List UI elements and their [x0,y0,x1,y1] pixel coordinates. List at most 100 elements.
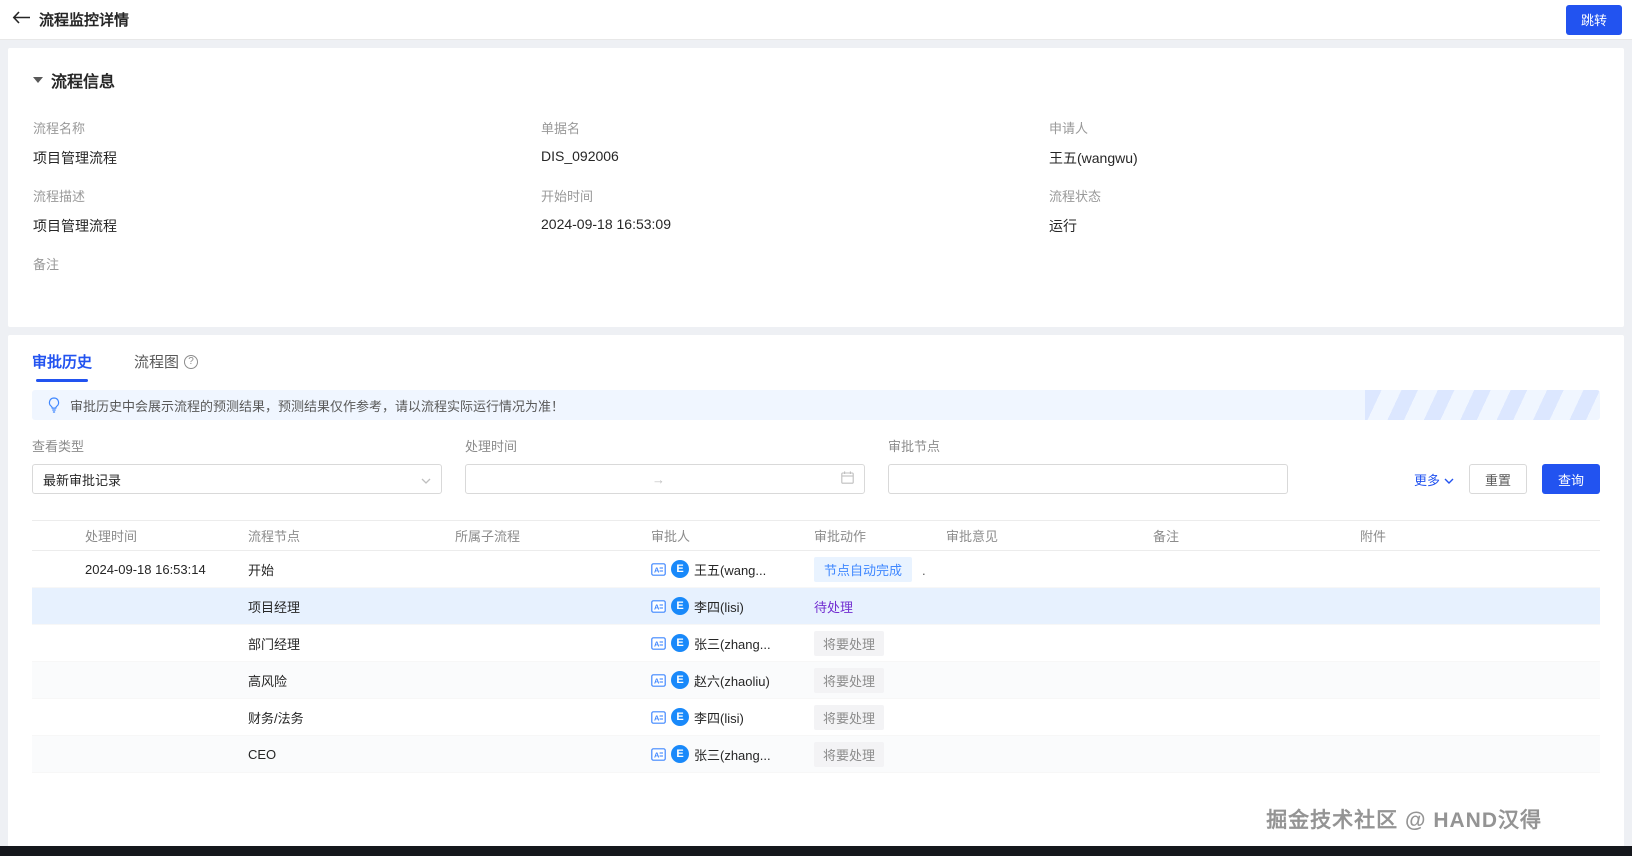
cell-approver: A E 王五(wang... [651,560,814,579]
table-row[interactable]: 高风险 A E 赵六(zhaoliu) 将要处理 [32,662,1600,699]
approver-name: 李四(lisi) [694,599,744,615]
column-header-action: 审批动作 [814,529,867,544]
cell-node: 部门经理 [248,636,301,652]
field-value: 运行 [1049,218,1077,234]
field-label: 申请人 [1049,121,1089,136]
field-label: 流程状态 [1049,189,1102,204]
view-type-label: 查看类型 [32,439,85,454]
id-card-icon: A [651,636,666,650]
approve-node-filter: 审批节点 [888,436,1288,494]
process-info-title: 流程信息 [51,74,116,91]
avatar: E [671,597,689,615]
reset-button[interactable]: 重置 [1468,464,1527,494]
tab-approval-history[interactable]: 审批历史 [32,351,92,382]
action-status: 将要处理 [814,630,885,656]
column-header-time: 处理时间 [85,529,138,544]
action-status: 将要处理 [814,667,885,693]
field-label: 流程描述 [33,189,86,204]
column-header-attachment: 附件 [1360,529,1387,544]
cell-node: 开始 [248,562,275,578]
bulb-icon [47,397,61,413]
process-time-filter: 处理时间 → [465,436,865,494]
action-status: 将要处理 [814,704,885,730]
field-applicant: 申请人 王五(wangwu) [1049,118,1599,168]
avatar: E [671,745,689,763]
approve-node-input[interactable] [888,464,1288,494]
id-card-icon: A [651,673,666,687]
watermark: 掘金技术社区 @ HAND汉得 [1266,809,1542,832]
jump-button[interactable]: 跳转 [1565,4,1622,35]
field-value: 项目管理流程 [33,218,117,234]
column-header-subflow: 所属子流程 [455,529,521,544]
table-row[interactable]: 2024-09-18 16:53:14 开始 A E 王五(wang... 节点自动完成. [32,551,1600,588]
action-suffix: . [922,562,926,578]
column-header-node: 流程节点 [248,529,301,544]
calendar-icon [841,471,854,487]
view-type-filter: 查看类型 最新审批记录 [32,436,442,494]
cell-node: CEO [248,746,277,762]
id-card-icon: A [651,747,666,761]
action-status[interactable]: 节点自动完成 [814,556,913,582]
filter-bar: 查看类型 最新审批记录 处理时间 → 审批节点 更多 重置 查询 [8,436,1624,494]
more-label: 更多 [1413,472,1440,488]
column-header-remark: 备注 [1153,529,1180,544]
field-value: DIS_092006 [541,148,619,164]
table-row[interactable]: 部门经理 A E 张三(zhang... 将要处理 [32,625,1600,662]
field-start-time: 开始时间 2024-09-18 16:53:09 [541,186,1049,236]
cell-approver: A E 李四(lisi) [651,708,814,727]
cell-action: 节点自动完成. [814,556,946,582]
svg-text:A: A [654,713,660,722]
id-card-icon: A [651,562,666,576]
avatar: E [671,634,689,652]
table-row[interactable]: 项目经理 A E 李四(lisi) 待处理 [32,588,1600,625]
approver-name: 赵六(zhaoliu) [694,673,770,689]
avatar: E [671,560,689,578]
table-body: 2024-09-18 16:53:14 开始 A E 王五(wang... 节点自动完成.… [32,551,1600,773]
id-card-icon: A [651,599,666,613]
action-status: 待处理 [814,599,854,615]
table-row[interactable]: CEO A E 张三(zhang... 将要处理 [32,736,1600,773]
field-process-status: 流程状态 运行 [1049,186,1599,236]
cell-action: 待处理 [814,597,946,616]
column-header-opinion: 审批意见 [946,529,999,544]
cell-approver: A E 张三(zhang... [651,634,814,653]
chevron-down-icon [1444,472,1454,487]
process-info-card: 流程信息 流程名称 项目管理流程 单据名 DIS_092006 申请人 王五(w… [8,48,1624,327]
view-type-value: 最新审批记录 [43,472,122,488]
svg-text:A: A [654,602,660,611]
field-value: 王五(wangwu) [1049,150,1138,166]
svg-text:A: A [654,565,660,574]
action-status: 将要处理 [814,741,885,767]
query-button[interactable]: 查询 [1541,464,1600,494]
id-card-icon: A [651,710,666,724]
process-time-range-input[interactable]: → [465,464,865,494]
tab-process-diagram[interactable]: 流程图 ? [134,351,199,382]
field-remark: 备注 [33,254,541,301]
back-arrow-icon [12,10,31,29]
cell-time: 2024-09-18 16:53:14 [85,561,206,577]
svg-text:A: A [654,639,660,648]
field-value: 项目管理流程 [33,150,117,166]
column-header-approver: 审批人 [651,529,691,544]
svg-text:A: A [654,676,660,685]
more-button[interactable]: 更多 [1414,470,1454,489]
cell-action: 将要处理 [814,741,946,767]
help-icon[interactable]: ? [184,354,199,369]
cell-node: 财务/法务 [248,710,304,726]
notice-banner: 审批历史中会展示流程的预测结果，预测结果仅作参考，请以流程实际运行情况为准！ [32,390,1600,420]
collapse-icon[interactable] [33,77,43,83]
avatar: E [671,708,689,726]
approve-node-label: 审批节点 [888,439,941,454]
page-title: 流程监控详情 [39,12,130,29]
back-button[interactable] [12,10,31,29]
field-label: 流程名称 [33,121,86,136]
field-value [33,284,541,301]
approval-history-table: 处理时间 流程节点 所属子流程 审批人 审批动作 审批意见 备注 附件 2024… [32,520,1600,773]
footer-strip [0,846,1632,856]
approval-history-card: 审批历史 流程图 ? 审批历史中会展示流程的预测结果，预测结果仅作参考，请以流程… [8,335,1624,856]
process-time-label: 处理时间 [465,439,518,454]
view-type-select[interactable]: 最新审批记录 [32,464,442,494]
table-row[interactable]: 财务/法务 A E 李四(lisi) 将要处理 [32,699,1600,736]
approver-name: 王五(wang... [694,562,767,578]
field-value: 2024-09-18 16:53:09 [541,216,671,232]
